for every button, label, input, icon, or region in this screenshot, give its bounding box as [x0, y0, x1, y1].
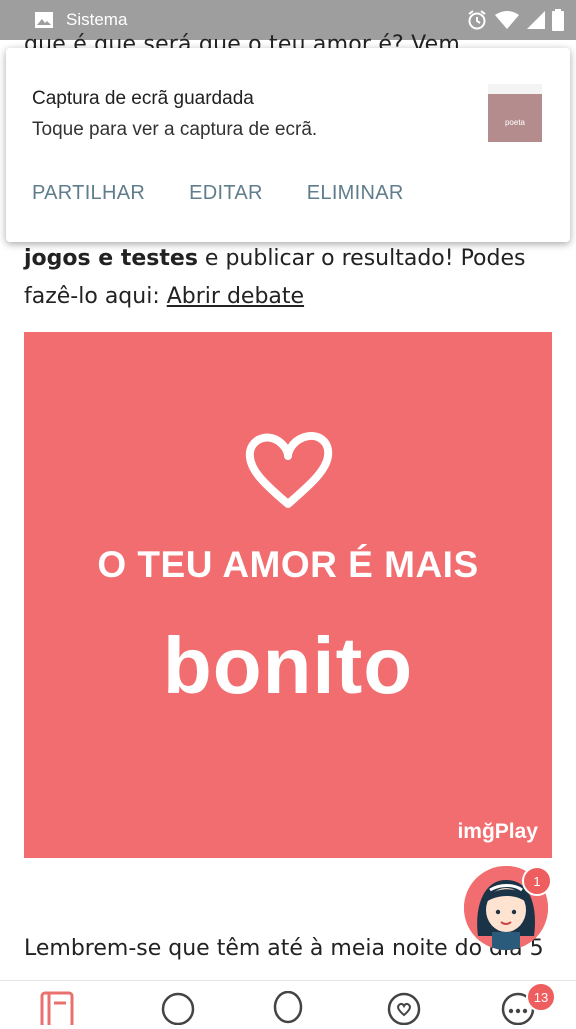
edit-button[interactable]: EDITAR [189, 182, 263, 205]
open-debate-link[interactable]: Abrir debate [167, 284, 304, 309]
signal-icon [527, 11, 545, 29]
more-badge: 13 [526, 982, 556, 1012]
status-app-name: Sistema [66, 10, 128, 29]
nav-feed[interactable] [38, 991, 78, 1029]
bottom-nav [0, 980, 576, 1029]
notification-title: Captura de ecrã guardada [32, 88, 254, 109]
alarm-icon [468, 10, 486, 30]
thumbnail-text: poeta [504, 118, 526, 127]
screenshot-thumbnail[interactable]: poeta [488, 84, 542, 142]
thumbnail-strip [488, 84, 542, 94]
heart-chat-icon [387, 992, 421, 1026]
notification-actions: PARTILHAR EDITAR ELIMINAR [32, 182, 404, 205]
notebook-icon [40, 991, 74, 1029]
nav-balloon[interactable] [270, 990, 306, 1029]
article-paragraph: jogos e testes e publicar o resultado! P… [24, 240, 554, 316]
delete-button[interactable]: ELIMINAR [307, 182, 404, 205]
bold-phrase: jogos e testes [24, 246, 198, 271]
article-image[interactable]: O TEU AMOR É MAIS bonito imğPlay [24, 332, 552, 858]
status-icons [466, 9, 564, 31]
heart-icon [245, 432, 333, 508]
avatar-badge: 1 [522, 866, 552, 896]
image-icon [35, 12, 53, 28]
nav-chat[interactable] [158, 991, 198, 1029]
chat-bubble-icon [161, 992, 195, 1026]
image-headline: O TEU AMOR É MAIS [97, 544, 479, 585]
image-headline-word: bonito [162, 621, 414, 710]
battery-icon [552, 9, 564, 31]
imgplay-watermark: imğPlay [457, 820, 538, 843]
wifi-icon [495, 11, 519, 29]
notification-subtitle[interactable]: Toque para ver a captura de ecrã. [32, 119, 317, 141]
balloon-icon [273, 990, 303, 1024]
share-button[interactable]: PARTILHAR [32, 182, 145, 205]
nav-heart[interactable] [384, 991, 424, 1029]
screenshot-notification[interactable]: Captura de ecrã guardada Toque para ver … [6, 48, 570, 242]
